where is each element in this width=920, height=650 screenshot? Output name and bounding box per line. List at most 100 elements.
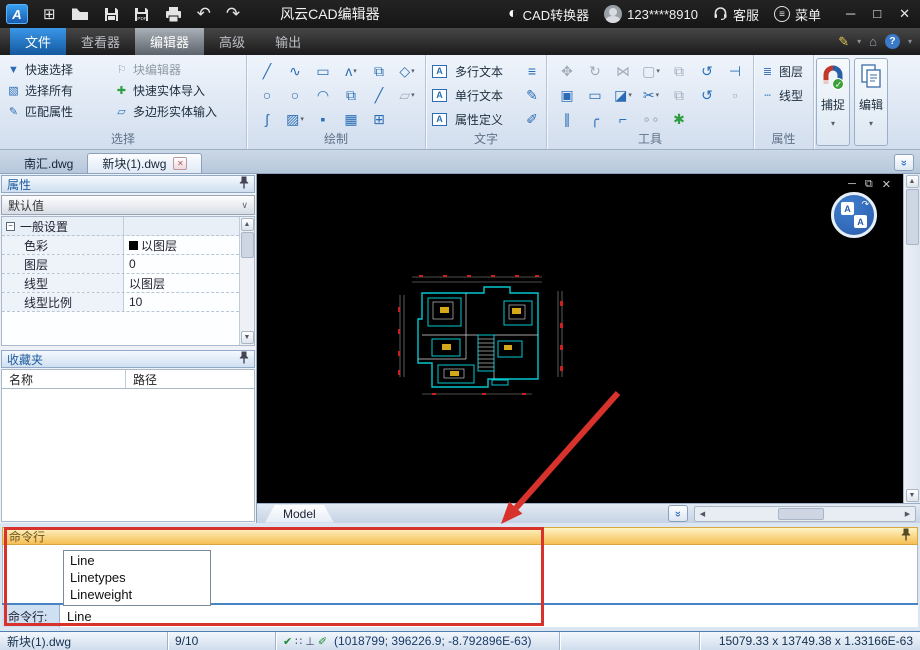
- command-suggestion-list[interactable]: Line Linetypes Lineweight: [63, 550, 211, 606]
- edit-text-icon[interactable]: ✎: [518, 83, 546, 107]
- point-icon[interactable]: ▪: [309, 107, 337, 131]
- collapse-icon[interactable]: −: [6, 221, 15, 231]
- command-history[interactable]: Line Linetypes Lineweight: [2, 545, 918, 606]
- drawing-canvas[interactable]: ─ ⧉ ✕ A A ↷: [257, 174, 903, 503]
- pin-icon[interactable]: [239, 351, 249, 367]
- snap-caret-icon[interactable]: ▾: [831, 119, 835, 128]
- linetype-button[interactable]: ┄ 线型: [760, 83, 803, 107]
- layout-list-button[interactable]: «: [668, 505, 688, 522]
- command-input[interactable]: [60, 605, 918, 627]
- help-caret-icon[interactable]: ▾: [908, 37, 912, 46]
- ortho-icon[interactable]: ⊥: [305, 635, 315, 648]
- doc-tab-nanhui[interactable]: 南汇.dwg: [10, 153, 87, 173]
- canvas-close-icon[interactable]: ✕: [882, 178, 891, 191]
- quick-edit-caret-icon[interactable]: ▾: [857, 37, 861, 46]
- circle-icon[interactable]: ○: [253, 83, 281, 107]
- doc-tab-xinkuai[interactable]: 新块(1).dwg ✕: [87, 153, 203, 173]
- property-row-linetype[interactable]: 线型 以图层: [2, 274, 254, 293]
- canvas-minimize-icon[interactable]: ─: [848, 178, 856, 191]
- line-icon[interactable]: ╱: [253, 59, 281, 83]
- redo-icon[interactable]: ↷: [226, 4, 240, 24]
- property-row-ltscale[interactable]: 线型比例 10: [2, 293, 254, 312]
- align-icon[interactable]: ⊣: [721, 59, 749, 83]
- tab-file[interactable]: 文件: [10, 28, 67, 55]
- chamfer-icon[interactable]: ⌐: [609, 107, 637, 131]
- quick-entity-import-button[interactable]: ✚ 快速实体导入: [114, 82, 242, 99]
- translate-tool-button[interactable]: A A ↷: [831, 192, 877, 238]
- polygon-entity-input-button[interactable]: ▱ 多边形实体输入: [114, 103, 242, 120]
- property-row-color[interactable]: 色彩 以图层: [2, 236, 254, 255]
- close-button[interactable]: ✕: [899, 6, 910, 22]
- tab-editor[interactable]: 编辑器: [135, 28, 205, 55]
- quick-edit-icon[interactable]: ✎: [838, 34, 849, 50]
- property-grid-scrollbar[interactable]: ▲ ▼: [239, 217, 254, 345]
- scrollbar-thumb[interactable]: [905, 189, 919, 245]
- ribbon-collapse-button[interactable]: «: [894, 154, 914, 171]
- suggestion-item[interactable]: Line: [64, 552, 210, 569]
- pin-icon[interactable]: [901, 528, 911, 544]
- osnap-icon[interactable]: ✔: [283, 635, 292, 648]
- edit-caret-icon[interactable]: ▾: [869, 119, 873, 128]
- image-icon[interactable]: ▦: [337, 107, 365, 131]
- main-menu-button[interactable]: ≡ 菜单: [770, 5, 825, 24]
- hatch-icon[interactable]: ▨ ▾: [281, 107, 309, 131]
- canvas-vertical-scrollbar[interactable]: ▲ ▼: [903, 174, 920, 503]
- undo-icon[interactable]: ↶: [197, 4, 211, 24]
- scroll-down-icon[interactable]: ▼: [905, 489, 919, 502]
- scroll-down-icon[interactable]: ▼: [240, 331, 254, 344]
- home-icon[interactable]: ⌂: [869, 34, 877, 49]
- text-numbering-icon[interactable]: ≡: [518, 59, 546, 83]
- edit-button[interactable]: 编辑 ▾: [854, 58, 889, 146]
- suggestion-item[interactable]: Lineweight: [64, 586, 210, 603]
- suggestion-item[interactable]: Linetypes: [64, 569, 210, 586]
- erase-icon[interactable]: ◪ ▾: [609, 83, 637, 107]
- single-text-button[interactable]: A 单行文本: [432, 87, 518, 104]
- match-properties-button[interactable]: ✎ 匹配属性: [6, 103, 114, 120]
- copy-with-time-icon[interactable]: ↺: [693, 59, 721, 83]
- open-folder-icon[interactable]: [71, 7, 89, 21]
- scrollbar-thumb[interactable]: [778, 507, 824, 520]
- scroll-left-icon[interactable]: ◀: [695, 507, 710, 521]
- property-preset-dropdown[interactable]: 默认值 ∨: [1, 195, 255, 215]
- rectangle-array-icon[interactable]: ▭: [581, 83, 609, 107]
- spline-icon[interactable]: ʃ: [253, 107, 281, 131]
- doc-tab-close-icon[interactable]: ✕: [173, 157, 188, 170]
- grid-snap-icon[interactable]: ∷: [295, 635, 302, 648]
- cad-converter-button[interactable]: ◐ CAD转换器: [504, 5, 593, 24]
- maximize-button[interactable]: □: [873, 6, 881, 22]
- table-icon[interactable]: ⊞: [365, 107, 393, 131]
- array-icon[interactable]: ▣: [553, 83, 581, 107]
- pin-icon[interactable]: [239, 176, 249, 192]
- tab-viewer[interactable]: 查看器: [66, 28, 135, 55]
- polyline-icon[interactable]: ʌ ▾: [337, 59, 365, 83]
- print-icon[interactable]: [165, 6, 182, 22]
- column-name[interactable]: 名称: [2, 370, 126, 388]
- minimize-button[interactable]: ─: [846, 6, 855, 22]
- property-group-row[interactable]: − 一般设置: [2, 217, 254, 236]
- fillet-icon[interactable]: ╭: [581, 107, 609, 131]
- favorites-list[interactable]: [1, 389, 255, 522]
- select-all-button[interactable]: ▧ 选择所有: [6, 82, 114, 99]
- layers-button[interactable]: ≣ 图层: [760, 59, 803, 83]
- insert-block-icon[interactable]: ⧉: [365, 59, 393, 83]
- block-icon[interactable]: ⧉: [337, 83, 365, 107]
- offset-icon[interactable]: ∥: [553, 107, 581, 131]
- tab-advanced[interactable]: 高级: [204, 28, 260, 55]
- dynamic-input-icon[interactable]: ✐: [318, 635, 327, 648]
- quick-select-button[interactable]: ▼ 快速选择: [6, 61, 114, 78]
- property-row-layer[interactable]: 图层 0: [2, 255, 254, 274]
- column-path[interactable]: 路径: [126, 371, 234, 388]
- help-icon[interactable]: ?: [884, 34, 900, 49]
- attribute-define-button[interactable]: A 属性定义: [432, 111, 518, 128]
- sketch-icon[interactable]: ∿: [281, 59, 309, 83]
- mtext-button[interactable]: A 多行文本: [432, 63, 518, 80]
- paste-with-time-icon[interactable]: ↺: [693, 83, 721, 107]
- rectangle-icon[interactable]: ▭: [309, 59, 337, 83]
- explode-icon[interactable]: ✱: [665, 107, 693, 131]
- tab-output[interactable]: 输出: [260, 28, 316, 55]
- arc-icon[interactable]: ◠: [309, 83, 337, 107]
- model-tab[interactable]: Model: [265, 505, 334, 523]
- polygon-icon[interactable]: ◇ ▾: [393, 59, 421, 83]
- snap-button[interactable]: ✓ 捕捉 ▾: [816, 58, 851, 146]
- canvas-restore-icon[interactable]: ⧉: [865, 178, 873, 191]
